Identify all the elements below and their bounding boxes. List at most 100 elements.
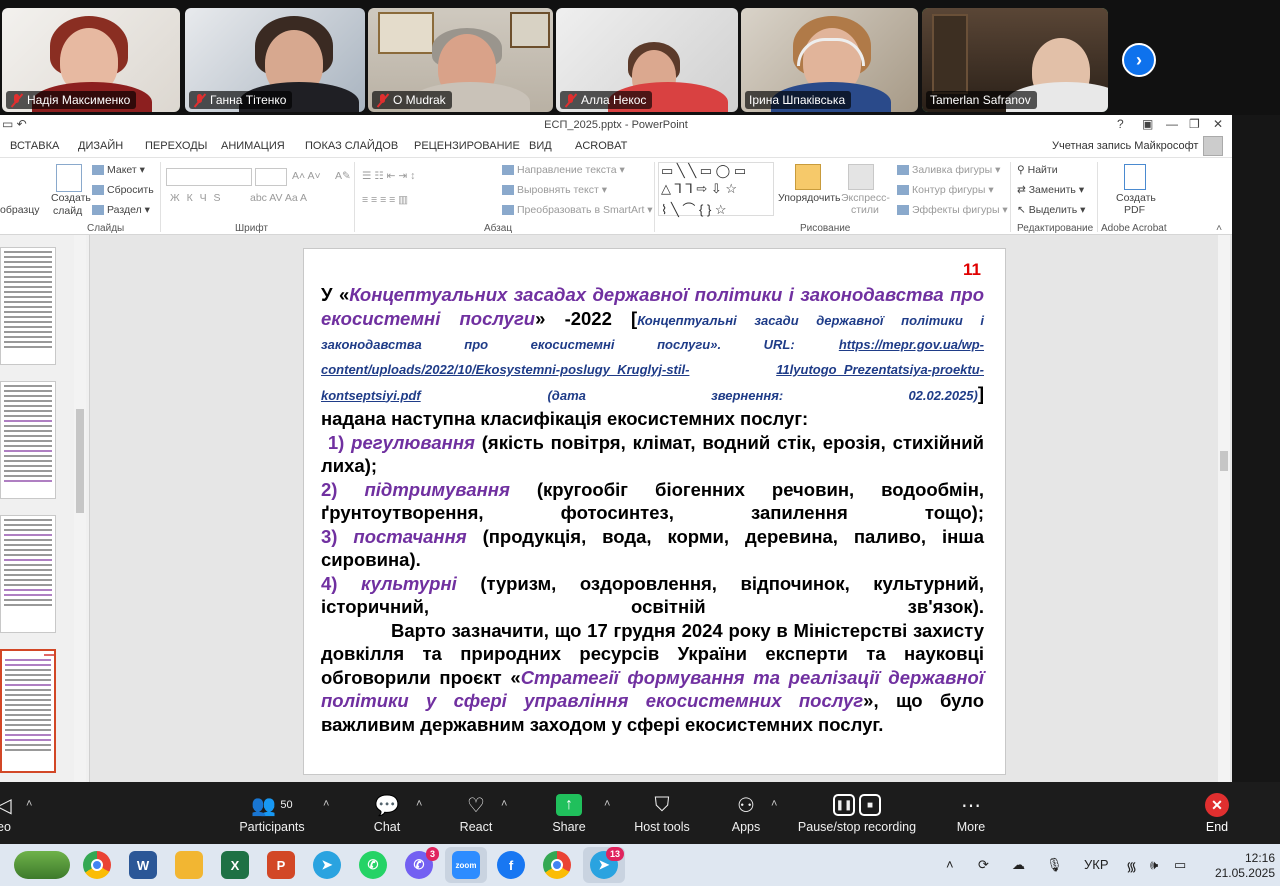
widgets-icon[interactable] <box>14 851 70 879</box>
tab-design[interactable]: ДИЗАЙН <box>78 140 123 152</box>
align-buttons[interactable]: ≡ ≡ ≡ ≡ ▥ <box>362 194 408 206</box>
tab-transitions[interactable]: ПЕРЕХОДЫ <box>145 140 207 152</box>
apps-options-caret[interactable]: ˄ <box>771 798 777 810</box>
collapse-ribbon-icon[interactable]: ˄ <box>1216 222 1222 234</box>
shape-fill-button[interactable]: Заливка фигуры ▾ <box>897 164 1000 176</box>
shape-outline-button[interactable]: Контур фигуры ▾ <box>897 184 994 196</box>
tab-review[interactable]: РЕЦЕНЗИРОВАНИЕ <box>414 140 520 152</box>
share-button[interactable]: ↑ Share <box>544 790 594 834</box>
tab-animation[interactable]: АНИМАЦИЯ <box>221 140 285 152</box>
zoom-taskbar-slot[interactable]: zoom <box>445 847 487 883</box>
tab-acrobat[interactable]: ACROBAT <box>575 140 627 152</box>
participant-tile[interactable]: Надія Максименко <box>2 8 180 112</box>
new-slide-icon[interactable] <box>56 164 82 192</box>
participant-tile[interactable]: Алла Некос <box>556 8 738 112</box>
slide-thumbnail-selected[interactable] <box>0 649 56 773</box>
layout-button[interactable]: Макет ▾ <box>92 164 145 176</box>
react-options-caret[interactable]: ˄ <box>501 798 507 810</box>
react-button[interactable]: ♡ React <box>451 790 501 835</box>
font-size-select[interactable] <box>255 168 287 186</box>
section-button[interactable]: Раздел ▾ <box>92 204 150 216</box>
facebook-icon[interactable]: f <box>497 851 525 879</box>
tab-insert[interactable]: ВСТАВКА <box>10 140 59 152</box>
language-indicator[interactable]: УКР <box>1084 857 1109 872</box>
font-style-buttons[interactable]: Ж К Ч S <box>170 192 223 204</box>
new-slide-button-line2[interactable]: слайд <box>53 205 82 217</box>
tray-expand-icon[interactable]: ˄ <box>946 857 954 872</box>
slide-thumbnail[interactable] <box>0 515 56 633</box>
volume-icon[interactable]: 🕪 <box>1150 857 1158 873</box>
thumbnails-scrollbar-thumb[interactable] <box>76 409 84 513</box>
minimize-button[interactable]: — <box>1166 117 1178 131</box>
viber-icon[interactable]: ✆ 3 <box>405 847 439 879</box>
host-tools-button[interactable]: ⛉ Host tools <box>627 790 697 835</box>
cloud-icon[interactable]: ☁ <box>1012 857 1025 873</box>
word-icon[interactable]: W <box>129 851 157 879</box>
restore-button[interactable]: ❐ <box>1189 117 1200 131</box>
create-pdf-button[interactable]: Создать <box>1116 192 1156 204</box>
format-painter-label[interactable]: образцу <box>0 204 40 216</box>
smartart-button[interactable]: Преобразовать в SmartArt ▾ <box>502 204 653 216</box>
tab-slideshow[interactable]: ПОКАЗ СЛАЙДОВ <box>305 140 398 152</box>
slide-scrollbar-thumb[interactable] <box>1220 451 1228 471</box>
quick-styles-button[interactable]: Экспресс- <box>841 192 890 204</box>
participants-button[interactable]: 👥 50 Participants <box>232 790 312 835</box>
thumbnails-scrollbar[interactable] <box>74 235 86 782</box>
ribbon-display-icon[interactable]: ▣ <box>1142 117 1153 131</box>
select-button[interactable]: ↖ Выделить ▾ <box>1017 204 1085 216</box>
share-options-caret[interactable]: ˄ <box>604 798 610 810</box>
tab-view[interactable]: ВИД <box>529 140 552 152</box>
participant-tile[interactable]: Ганна Тітенко <box>185 8 365 112</box>
chrome-icon[interactable] <box>83 851 111 879</box>
reset-button[interactable]: Сбросить <box>92 184 154 196</box>
shapes-gallery[interactable]: ▭ ╲ ╲ ▭ ◯ ▭ △ ⅂ ⅂ ⇨ ⇩ ☆ ⌇ ╲ ⌒ { } ☆ <box>658 162 774 217</box>
chat-options-caret[interactable]: ˄ <box>416 798 422 810</box>
avatar[interactable] <box>1203 136 1223 156</box>
find-button[interactable]: ⚲ Найти <box>1017 164 1058 176</box>
arrange-button[interactable]: Упорядочить <box>778 192 840 204</box>
pause-stop-recording-button[interactable]: ❚❚ ■ Pause/stop recording <box>792 790 922 834</box>
close-button[interactable]: ✕ <box>1213 117 1223 131</box>
participant-tile[interactable]: Ірина Шпаківська <box>741 8 918 112</box>
wifi-icon[interactable]: ᯾ <box>1126 857 1137 875</box>
next-page-button[interactable]: › <box>1122 43 1156 77</box>
font-extra-buttons[interactable]: abc AV Aa A <box>250 192 307 204</box>
slide-thumbnail[interactable] <box>0 247 56 365</box>
font-family-select[interactable] <box>166 168 252 186</box>
telegram-icon[interactable]: ➤ <box>313 851 341 879</box>
shape-effects-button[interactable]: Эффекты фигуры ▾ <box>897 204 1008 216</box>
excel-icon[interactable]: X <box>221 851 249 879</box>
font-size-buttons[interactable]: A˄ A˅ <box>292 170 321 182</box>
quick-styles-button-line2[interactable]: стили <box>851 204 879 216</box>
help-icon[interactable]: ? <box>1117 117 1124 131</box>
clear-format-icon[interactable]: A✎ <box>335 170 351 182</box>
align-text-button[interactable]: Выровнять текст ▾ <box>502 184 607 196</box>
new-slide-button[interactable]: Создать <box>51 192 91 204</box>
end-meeting-button[interactable]: ✕ End <box>1196 790 1238 834</box>
replace-button[interactable]: ⇄ Заменить ▾ <box>1017 184 1084 196</box>
chrome-profile-icon[interactable] <box>543 851 571 879</box>
slide-scrollbar[interactable] <box>1218 235 1230 782</box>
system-clock[interactable]: 12:16 21.05.2025 <box>1205 851 1275 881</box>
file-explorer-icon[interactable] <box>175 851 203 879</box>
account-name[interactable]: Учетная запись Майкрософт <box>1052 140 1198 152</box>
battery-icon[interactable]: ▭ <box>1174 857 1186 873</box>
slide-thumbnail[interactable] <box>0 381 56 499</box>
telegram-taskbar-slot[interactable]: ➤ 13 <box>583 847 625 883</box>
more-button[interactable]: ⋯ More <box>948 790 994 835</box>
video-button[interactable]: ◁ eo <box>0 790 14 835</box>
text-direction-button[interactable]: Направление текста ▾ <box>502 164 625 176</box>
slide-canvas[interactable]: 11 У «Концептуальних засадах державної п… <box>303 248 1006 775</box>
powerpoint-icon[interactable]: P <box>267 851 295 879</box>
participants-options-caret[interactable]: ˄ <box>323 798 329 810</box>
participant-tile[interactable]: O Mudrak <box>368 8 553 112</box>
apps-button[interactable]: ⚇ Apps <box>723 790 769 835</box>
mic-icon[interactable]: 🎙 <box>1046 857 1063 873</box>
video-options-caret[interactable]: ˄ <box>26 798 32 810</box>
whatsapp-icon[interactable]: ✆ <box>359 851 387 879</box>
create-pdf-button-line2[interactable]: PDF <box>1124 204 1145 216</box>
list-buttons[interactable]: ☰ ☷ ⇤ ⇥ ↕ <box>362 170 415 182</box>
sync-icon[interactable]: ⟳ <box>978 857 989 873</box>
chat-button[interactable]: 💬 Chat <box>362 790 412 835</box>
participant-tile-active-speaker[interactable]: Tamerlan Safranov <box>922 8 1108 112</box>
